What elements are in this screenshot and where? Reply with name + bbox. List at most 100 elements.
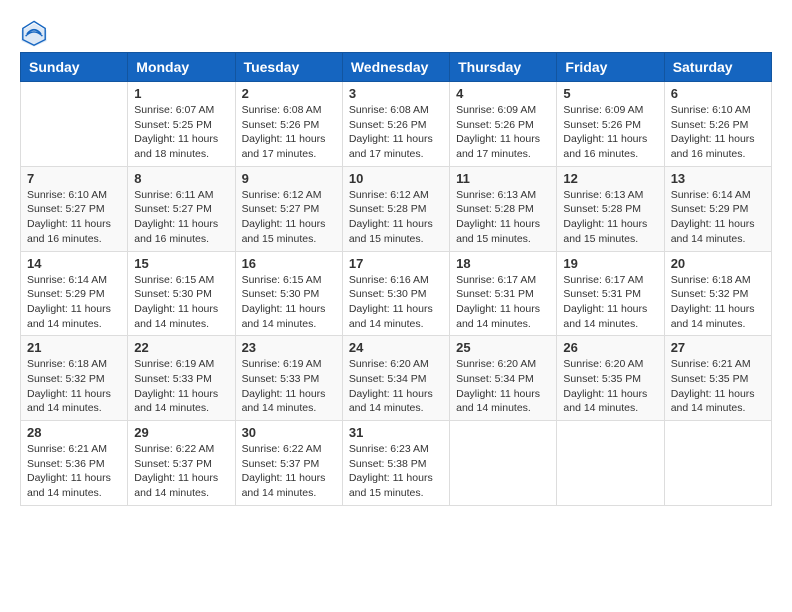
calendar-cell: 3 Sunrise: 6:08 AMSunset: 5:26 PMDaylight… — [342, 82, 449, 167]
day-number: 11 — [456, 171, 550, 186]
day-number: 15 — [134, 256, 228, 271]
day-info: Sunrise: 6:19 AMSunset: 5:33 PMDaylight:… — [242, 357, 336, 416]
day-number: 14 — [27, 256, 121, 271]
calendar-cell: 22 Sunrise: 6:19 AMSunset: 5:33 PMDayligh… — [128, 336, 235, 421]
calendar-cell: 19 Sunrise: 6:17 AMSunset: 5:31 PMDayligh… — [557, 251, 664, 336]
calendar-body: 1Sunrise: 6:07 AMSunset: 5:25 PMDaylight… — [21, 82, 772, 506]
day-number: 13 — [671, 171, 765, 186]
day-number: 26 — [563, 340, 657, 355]
weekday-header: Thursday — [450, 53, 557, 82]
day-info: Sunrise: 6:13 AMSunset: 5:28 PMDaylight:… — [456, 188, 550, 247]
day-info: Sunrise: 6:09 AMSunset: 5:26 PMDaylight:… — [456, 103, 550, 162]
day-number: 16 — [242, 256, 336, 271]
day-number: 23 — [242, 340, 336, 355]
calendar-cell: 7 Sunrise: 6:10 AMSunset: 5:27 PMDaylight… — [21, 166, 128, 251]
calendar-cell: 26 Sunrise: 6:20 AMSunset: 5:35 PMDayligh… — [557, 336, 664, 421]
day-info: Sunrise: 6:07 AMSunset: 5:25 PMDaylight:… — [134, 103, 228, 162]
day-info: Sunrise: 6:17 AMSunset: 5:31 PMDaylight:… — [563, 273, 657, 332]
calendar-cell: 18 Sunrise: 6:17 AMSunset: 5:31 PMDayligh… — [450, 251, 557, 336]
day-number: 10 — [349, 171, 443, 186]
day-info: Sunrise: 6:09 AMSunset: 5:26 PMDaylight:… — [563, 103, 657, 162]
calendar-cell — [21, 82, 128, 167]
weekday-header: Wednesday — [342, 53, 449, 82]
weekday-row: SundayMondayTuesdayWednesdayThursdayFrid… — [21, 53, 772, 82]
day-info: Sunrise: 6:17 AMSunset: 5:31 PMDaylight:… — [456, 273, 550, 332]
day-number: 21 — [27, 340, 121, 355]
day-number: 24 — [349, 340, 443, 355]
weekday-header: Sunday — [21, 53, 128, 82]
calendar-header: SundayMondayTuesdayWednesdayThursdayFrid… — [21, 53, 772, 82]
day-number: 28 — [27, 425, 121, 440]
day-info: Sunrise: 6:08 AMSunset: 5:26 PMDaylight:… — [242, 103, 336, 162]
day-number: 7 — [27, 171, 121, 186]
day-number: 3 — [349, 86, 443, 101]
calendar-cell: 28Sunrise: 6:21 AMSunset: 5:36 PMDayligh… — [21, 421, 128, 506]
day-info: Sunrise: 6:08 AMSunset: 5:26 PMDaylight:… — [349, 103, 443, 162]
day-info: Sunrise: 6:14 AMSunset: 5:29 PMDaylight:… — [27, 273, 121, 332]
day-number: 31 — [349, 425, 443, 440]
calendar-week-row: 21 Sunrise: 6:18 AMSunset: 5:32 PMDayligh… — [21, 336, 772, 421]
day-info: Sunrise: 6:18 AMSunset: 5:32 PMDaylight:… — [27, 357, 121, 416]
weekday-header: Saturday — [664, 53, 771, 82]
calendar-cell: 31 Sunrise: 6:23 AMSunset: 5:38 PMDayligh… — [342, 421, 449, 506]
calendar-week-row: 14 Sunrise: 6:14 AMSunset: 5:29 PMDayligh… — [21, 251, 772, 336]
day-number: 20 — [671, 256, 765, 271]
calendar-cell: 23 Sunrise: 6:19 AMSunset: 5:33 PMDayligh… — [235, 336, 342, 421]
weekday-header: Friday — [557, 53, 664, 82]
calendar-cell: 30 Sunrise: 6:22 AMSunset: 5:37 PMDayligh… — [235, 421, 342, 506]
day-number: 18 — [456, 256, 550, 271]
day-info: Sunrise: 6:11 AMSunset: 5:27 PMDaylight:… — [134, 188, 228, 247]
calendar-cell: 14 Sunrise: 6:14 AMSunset: 5:29 PMDayligh… — [21, 251, 128, 336]
day-number: 29 — [134, 425, 228, 440]
calendar-cell: 17 Sunrise: 6:16 AMSunset: 5:30 PMDayligh… — [342, 251, 449, 336]
calendar-cell: 13 Sunrise: 6:14 AMSunset: 5:29 PMDayligh… — [664, 166, 771, 251]
calendar-week-row: 28Sunrise: 6:21 AMSunset: 5:36 PMDayligh… — [21, 421, 772, 506]
day-number: 5 — [563, 86, 657, 101]
day-number: 4 — [456, 86, 550, 101]
day-info: Sunrise: 6:16 AMSunset: 5:30 PMDaylight:… — [349, 273, 443, 332]
day-info: Sunrise: 6:18 AMSunset: 5:32 PMDaylight:… — [671, 273, 765, 332]
calendar-cell: 2 Sunrise: 6:08 AMSunset: 5:26 PMDaylight… — [235, 82, 342, 167]
day-number: 25 — [456, 340, 550, 355]
day-number: 6 — [671, 86, 765, 101]
calendar-cell: 11 Sunrise: 6:13 AMSunset: 5:28 PMDayligh… — [450, 166, 557, 251]
day-number: 30 — [242, 425, 336, 440]
day-info: Sunrise: 6:21 AMSunset: 5:35 PMDaylight:… — [671, 357, 765, 416]
calendar-cell: 5 Sunrise: 6:09 AMSunset: 5:26 PMDaylight… — [557, 82, 664, 167]
day-number: 12 — [563, 171, 657, 186]
day-number: 27 — [671, 340, 765, 355]
day-info: Sunrise: 6:14 AMSunset: 5:29 PMDaylight:… — [671, 188, 765, 247]
page-header — [20, 20, 772, 48]
day-info: Sunrise: 6:23 AMSunset: 5:38 PMDaylight:… — [349, 442, 443, 501]
day-info: Sunrise: 6:19 AMSunset: 5:33 PMDaylight:… — [134, 357, 228, 416]
day-info: Sunrise: 6:12 AMSunset: 5:27 PMDaylight:… — [242, 188, 336, 247]
calendar-cell: 8Sunrise: 6:11 AMSunset: 5:27 PMDaylight… — [128, 166, 235, 251]
calendar-cell — [664, 421, 771, 506]
day-number: 17 — [349, 256, 443, 271]
calendar-cell: 9Sunrise: 6:12 AMSunset: 5:27 PMDaylight… — [235, 166, 342, 251]
day-number: 22 — [134, 340, 228, 355]
calendar-cell — [557, 421, 664, 506]
weekday-header: Monday — [128, 53, 235, 82]
day-info: Sunrise: 6:20 AMSunset: 5:35 PMDaylight:… — [563, 357, 657, 416]
calendar-cell: 20 Sunrise: 6:18 AMSunset: 5:32 PMDayligh… — [664, 251, 771, 336]
day-info: Sunrise: 6:10 AMSunset: 5:27 PMDaylight:… — [27, 188, 121, 247]
weekday-header: Tuesday — [235, 53, 342, 82]
calendar-cell — [450, 421, 557, 506]
day-info: Sunrise: 6:20 AMSunset: 5:34 PMDaylight:… — [349, 357, 443, 416]
day-info: Sunrise: 6:20 AMSunset: 5:34 PMDaylight:… — [456, 357, 550, 416]
day-info: Sunrise: 6:22 AMSunset: 5:37 PMDaylight:… — [134, 442, 228, 501]
calendar-table: SundayMondayTuesdayWednesdayThursdayFrid… — [20, 52, 772, 506]
calendar-week-row: 1Sunrise: 6:07 AMSunset: 5:25 PMDaylight… — [21, 82, 772, 167]
calendar-cell: 4 Sunrise: 6:09 AMSunset: 5:26 PMDaylight… — [450, 82, 557, 167]
calendar-cell: 6 Sunrise: 6:10 AMSunset: 5:26 PMDaylight… — [664, 82, 771, 167]
day-info: Sunrise: 6:13 AMSunset: 5:28 PMDaylight:… — [563, 188, 657, 247]
day-info: Sunrise: 6:10 AMSunset: 5:26 PMDaylight:… — [671, 103, 765, 162]
logo-icon — [20, 20, 48, 48]
calendar-cell: 12 Sunrise: 6:13 AMSunset: 5:28 PMDayligh… — [557, 166, 664, 251]
day-number: 2 — [242, 86, 336, 101]
calendar-cell: 1Sunrise: 6:07 AMSunset: 5:25 PMDaylight… — [128, 82, 235, 167]
day-info: Sunrise: 6:15 AMSunset: 5:30 PMDaylight:… — [242, 273, 336, 332]
day-number: 19 — [563, 256, 657, 271]
day-info: Sunrise: 6:22 AMSunset: 5:37 PMDaylight:… — [242, 442, 336, 501]
